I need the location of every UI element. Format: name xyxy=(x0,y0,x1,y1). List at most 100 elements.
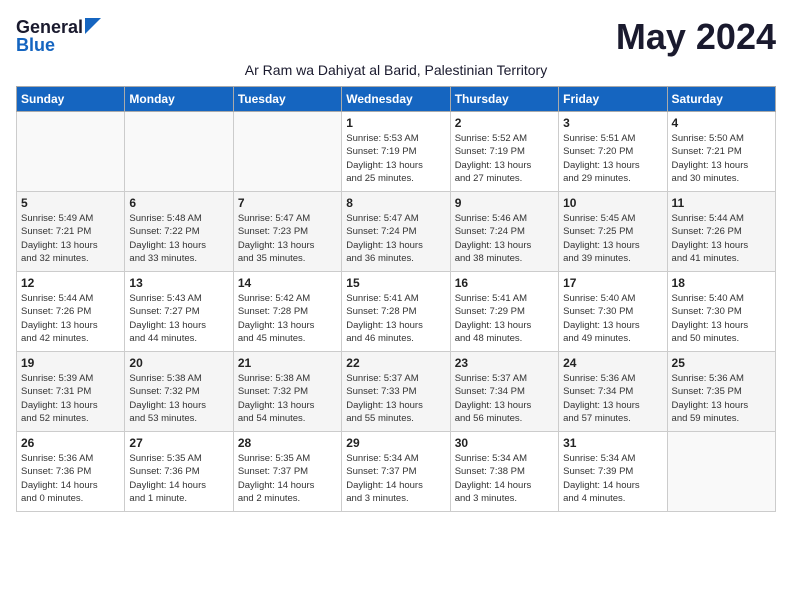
day-cell: 22 Sunrise: 5:37 AM Sunset: 7:33 PM Dayli… xyxy=(342,352,450,432)
day-info: Sunrise: 5:47 AM Sunset: 7:24 PM Dayligh… xyxy=(346,212,445,265)
day-number: 1 xyxy=(346,116,445,130)
logo-triangle-icon xyxy=(85,18,101,39)
day-number: 19 xyxy=(21,356,120,370)
logo-blue: Blue xyxy=(16,35,55,56)
day-info: Sunrise: 5:35 AM Sunset: 7:36 PM Dayligh… xyxy=(129,452,228,505)
day-number: 13 xyxy=(129,276,228,290)
month-title: May 2024 xyxy=(616,16,776,58)
day-cell: 28Sunrise: 5:35 AM Sunset: 7:37 PM Dayli… xyxy=(233,432,341,512)
week-row-4: 19 Sunrise: 5:39 AM Sunset: 7:31 PM Dayli… xyxy=(17,352,776,432)
calendar-table: SundayMondayTuesdayWednesdayThursdayFrid… xyxy=(16,86,776,512)
day-cell: 27 Sunrise: 5:35 AM Sunset: 7:36 PM Dayli… xyxy=(125,432,233,512)
day-number: 11 xyxy=(672,196,771,210)
day-info: Sunrise: 5:37 AM Sunset: 7:34 PM Dayligh… xyxy=(455,372,554,425)
day-cell: 15 Sunrise: 5:41 AM Sunset: 7:28 PM Dayli… xyxy=(342,272,450,352)
day-number: 6 xyxy=(129,196,228,210)
day-cell: 30Sunrise: 5:34 AM Sunset: 7:38 PM Dayli… xyxy=(450,432,558,512)
day-info: Sunrise: 5:36 AM Sunset: 7:36 PM Dayligh… xyxy=(21,452,120,505)
day-cell: 23 Sunrise: 5:37 AM Sunset: 7:34 PM Dayli… xyxy=(450,352,558,432)
day-info: Sunrise: 5:41 AM Sunset: 7:28 PM Dayligh… xyxy=(346,292,445,345)
day-info: Sunrise: 5:42 AM Sunset: 7:28 PM Dayligh… xyxy=(238,292,337,345)
day-cell: 18Sunrise: 5:40 AM Sunset: 7:30 PM Dayli… xyxy=(667,272,775,352)
day-info: Sunrise: 5:38 AM Sunset: 7:32 PM Dayligh… xyxy=(129,372,228,425)
day-cell: 8 Sunrise: 5:47 AM Sunset: 7:24 PM Daylig… xyxy=(342,192,450,272)
subtitle: Ar Ram wa Dahiyat al Barid, Palestinian … xyxy=(16,62,776,78)
header-cell-tuesday: Tuesday xyxy=(233,87,341,112)
day-info: Sunrise: 5:46 AM Sunset: 7:24 PM Dayligh… xyxy=(455,212,554,265)
day-cell: 11 Sunrise: 5:44 AM Sunset: 7:26 PM Dayli… xyxy=(667,192,775,272)
day-cell: 12Sunrise: 5:44 AM Sunset: 7:26 PM Dayli… xyxy=(17,272,125,352)
header-cell-thursday: Thursday xyxy=(450,87,558,112)
day-cell: 1 Sunrise: 5:53 AM Sunset: 7:19 PM Daylig… xyxy=(342,112,450,192)
day-number: 21 xyxy=(238,356,337,370)
day-cell: 5Sunrise: 5:49 AM Sunset: 7:21 PM Daylig… xyxy=(17,192,125,272)
day-info: Sunrise: 5:51 AM Sunset: 7:20 PM Dayligh… xyxy=(563,132,662,185)
day-number: 25 xyxy=(672,356,771,370)
day-cell: 2Sunrise: 5:52 AM Sunset: 7:19 PM Daylig… xyxy=(450,112,558,192)
day-cell xyxy=(125,112,233,192)
logo: General Blue xyxy=(16,16,101,56)
day-info: Sunrise: 5:53 AM Sunset: 7:19 PM Dayligh… xyxy=(346,132,445,185)
header-cell-friday: Friday xyxy=(559,87,667,112)
day-cell xyxy=(667,432,775,512)
day-cell: 17Sunrise: 5:40 AM Sunset: 7:30 PM Dayli… xyxy=(559,272,667,352)
day-number: 22 xyxy=(346,356,445,370)
day-number: 29 xyxy=(346,436,445,450)
day-number: 15 xyxy=(346,276,445,290)
day-cell: 6 Sunrise: 5:48 AM Sunset: 7:22 PM Daylig… xyxy=(125,192,233,272)
day-number: 10 xyxy=(563,196,662,210)
week-row-2: 5Sunrise: 5:49 AM Sunset: 7:21 PM Daylig… xyxy=(17,192,776,272)
day-info: Sunrise: 5:45 AM Sunset: 7:25 PM Dayligh… xyxy=(563,212,662,265)
day-cell: 31Sunrise: 5:34 AM Sunset: 7:39 PM Dayli… xyxy=(559,432,667,512)
day-info: Sunrise: 5:34 AM Sunset: 7:39 PM Dayligh… xyxy=(563,452,662,505)
day-info: Sunrise: 5:38 AM Sunset: 7:32 PM Dayligh… xyxy=(238,372,337,425)
day-number: 27 xyxy=(129,436,228,450)
header-cell-saturday: Saturday xyxy=(667,87,775,112)
header-row: SundayMondayTuesdayWednesdayThursdayFrid… xyxy=(17,87,776,112)
day-info: Sunrise: 5:37 AM Sunset: 7:33 PM Dayligh… xyxy=(346,372,445,425)
day-cell xyxy=(233,112,341,192)
day-number: 9 xyxy=(455,196,554,210)
day-number: 4 xyxy=(672,116,771,130)
day-number: 8 xyxy=(346,196,445,210)
day-cell: 10 Sunrise: 5:45 AM Sunset: 7:25 PM Dayli… xyxy=(559,192,667,272)
day-cell: 14 Sunrise: 5:42 AM Sunset: 7:28 PM Dayli… xyxy=(233,272,341,352)
day-info: Sunrise: 5:48 AM Sunset: 7:22 PM Dayligh… xyxy=(129,212,228,265)
day-number: 16 xyxy=(455,276,554,290)
day-number: 14 xyxy=(238,276,337,290)
day-cell: 24Sunrise: 5:36 AM Sunset: 7:34 PM Dayli… xyxy=(559,352,667,432)
day-cell: 19 Sunrise: 5:39 AM Sunset: 7:31 PM Dayli… xyxy=(17,352,125,432)
day-number: 24 xyxy=(563,356,662,370)
day-info: Sunrise: 5:44 AM Sunset: 7:26 PM Dayligh… xyxy=(672,212,771,265)
day-number: 18 xyxy=(672,276,771,290)
day-number: 28 xyxy=(238,436,337,450)
day-cell: 26 Sunrise: 5:36 AM Sunset: 7:36 PM Dayli… xyxy=(17,432,125,512)
day-info: Sunrise: 5:34 AM Sunset: 7:37 PM Dayligh… xyxy=(346,452,445,505)
day-number: 23 xyxy=(455,356,554,370)
day-info: Sunrise: 5:41 AM Sunset: 7:29 PM Dayligh… xyxy=(455,292,554,345)
day-number: 3 xyxy=(563,116,662,130)
day-info: Sunrise: 5:49 AM Sunset: 7:21 PM Dayligh… xyxy=(21,212,120,265)
day-number: 7 xyxy=(238,196,337,210)
day-info: Sunrise: 5:50 AM Sunset: 7:21 PM Dayligh… xyxy=(672,132,771,185)
header-cell-monday: Monday xyxy=(125,87,233,112)
header-cell-sunday: Sunday xyxy=(17,87,125,112)
day-cell: 21 Sunrise: 5:38 AM Sunset: 7:32 PM Dayli… xyxy=(233,352,341,432)
week-row-3: 12Sunrise: 5:44 AM Sunset: 7:26 PM Dayli… xyxy=(17,272,776,352)
week-row-5: 26 Sunrise: 5:36 AM Sunset: 7:36 PM Dayli… xyxy=(17,432,776,512)
day-info: Sunrise: 5:39 AM Sunset: 7:31 PM Dayligh… xyxy=(21,372,120,425)
day-number: 26 xyxy=(21,436,120,450)
day-number: 17 xyxy=(563,276,662,290)
day-number: 20 xyxy=(129,356,228,370)
day-info: Sunrise: 5:36 AM Sunset: 7:35 PM Dayligh… xyxy=(672,372,771,425)
day-info: Sunrise: 5:34 AM Sunset: 7:38 PM Dayligh… xyxy=(455,452,554,505)
day-info: Sunrise: 5:43 AM Sunset: 7:27 PM Dayligh… xyxy=(129,292,228,345)
day-info: Sunrise: 5:44 AM Sunset: 7:26 PM Dayligh… xyxy=(21,292,120,345)
day-cell: 25 Sunrise: 5:36 AM Sunset: 7:35 PM Dayli… xyxy=(667,352,775,432)
page-header: General Blue May 2024 xyxy=(16,16,776,58)
day-cell xyxy=(17,112,125,192)
header-cell-wednesday: Wednesday xyxy=(342,87,450,112)
day-cell: 16 Sunrise: 5:41 AM Sunset: 7:29 PM Dayli… xyxy=(450,272,558,352)
day-cell: 4 Sunrise: 5:50 AM Sunset: 7:21 PM Daylig… xyxy=(667,112,775,192)
day-cell: 7Sunrise: 5:47 AM Sunset: 7:23 PM Daylig… xyxy=(233,192,341,272)
